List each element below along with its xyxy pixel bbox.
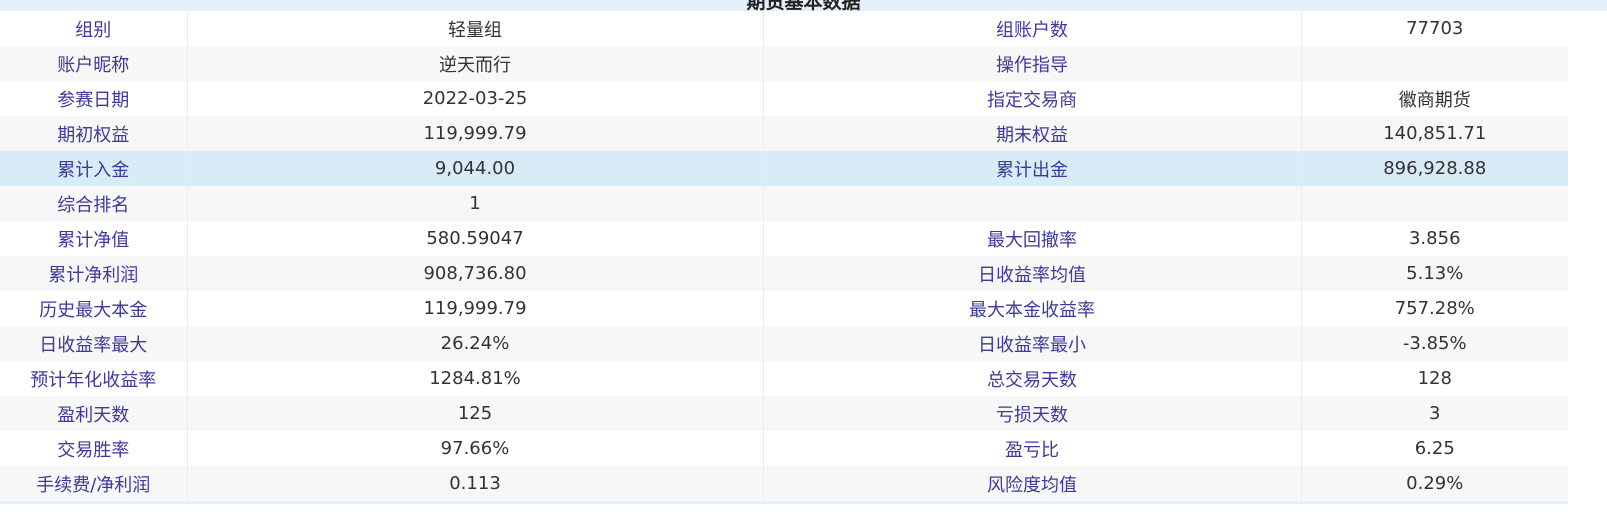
table-row: 手续费/净利润 0.113 风险度均值 0.29% [0, 466, 1568, 501]
table-row: 期初权益 119,999.79 期末权益 140,851.71 [0, 116, 1568, 151]
stat-value [1301, 46, 1568, 81]
table-row: 综合排名 1 [0, 186, 1568, 221]
stat-label: 亏损天数 [763, 396, 1302, 431]
stat-value: 3.856 [1301, 221, 1568, 256]
stat-value: 1284.81% [187, 361, 764, 396]
stat-label: 指定交易商 [763, 81, 1302, 116]
stat-value: 1 [187, 186, 764, 221]
stat-value: 896,928.88 [1301, 151, 1568, 186]
table-header-band: 期货基本数据 [0, 0, 1607, 11]
stat-value: 6.25 [1301, 431, 1568, 466]
stat-label: 账户昵称 [0, 46, 188, 81]
stat-label: 最大本金收益率 [763, 291, 1302, 326]
stat-value: 0.29% [1301, 466, 1568, 501]
stat-label: 手续费/净利润 [0, 466, 188, 501]
stat-label: 历史最大本金 [0, 291, 188, 326]
stat-label: 日收益率最大 [0, 326, 188, 361]
account-stats-table: 组别 轻量组 组账户数 77703 账户昵称 逆天而行 操作指导 参赛日期 20… [0, 11, 1568, 501]
stat-value: 77703 [1301, 11, 1568, 46]
section-title: 期货基本数据 [746, 0, 861, 11]
stat-label: 最大回撤率 [763, 221, 1302, 256]
stat-label: 综合排名 [0, 186, 188, 221]
table-row: 组别 轻量组 组账户数 77703 [0, 11, 1568, 46]
stat-label: 总交易天数 [763, 361, 1302, 396]
stat-value: 125 [187, 396, 764, 431]
stat-value: 580.59047 [187, 221, 764, 256]
stat-label: 组账户数 [763, 11, 1302, 46]
stat-value: -3.85% [1301, 326, 1568, 361]
table-footer-band [0, 501, 1568, 504]
stat-label [763, 186, 1302, 221]
stat-value: 119,999.79 [187, 291, 764, 326]
stat-label: 预计年化收益率 [0, 361, 188, 396]
stat-label: 累计净值 [0, 221, 188, 256]
stat-value: 97.66% [187, 431, 764, 466]
stat-value: 轻量组 [187, 11, 764, 46]
stat-value: 140,851.71 [1301, 116, 1568, 151]
stat-value: 徽商期货 [1301, 81, 1568, 116]
table-row: 预计年化收益率 1284.81% 总交易天数 128 [0, 361, 1568, 396]
stat-label: 参赛日期 [0, 81, 188, 116]
stat-label: 期末权益 [763, 116, 1302, 151]
stat-label: 累计出金 [763, 151, 1302, 186]
stat-value: 757.28% [1301, 291, 1568, 326]
stat-value: 逆天而行 [187, 46, 764, 81]
stat-label: 日收益率均值 [763, 256, 1302, 291]
stat-label: 累计入金 [0, 151, 188, 186]
stat-value: 0.113 [187, 466, 764, 501]
stat-value [1301, 186, 1568, 221]
table-row: 历史最大本金 119,999.79 最大本金收益率 757.28% [0, 291, 1568, 326]
stat-value: 119,999.79 [187, 116, 764, 151]
stat-label: 风险度均值 [763, 466, 1302, 501]
stat-label: 盈亏比 [763, 431, 1302, 466]
table-row: 账户昵称 逆天而行 操作指导 [0, 46, 1568, 81]
stat-value: 3 [1301, 396, 1568, 431]
stat-value: 2022-03-25 [187, 81, 764, 116]
table-row: 日收益率最大 26.24% 日收益率最小 -3.85% [0, 326, 1568, 361]
stat-value: 128 [1301, 361, 1568, 396]
stat-label: 盈利天数 [0, 396, 188, 431]
stat-label: 交易胜率 [0, 431, 188, 466]
stat-value: 26.24% [187, 326, 764, 361]
stat-value: 5.13% [1301, 256, 1568, 291]
stat-label: 日收益率最小 [763, 326, 1302, 361]
table-row: 交易胜率 97.66% 盈亏比 6.25 [0, 431, 1568, 466]
table-row: 累计净利润 908,736.80 日收益率均值 5.13% [0, 256, 1568, 291]
stat-label: 累计净利润 [0, 256, 188, 291]
stat-label: 组别 [0, 11, 188, 46]
stat-label: 期初权益 [0, 116, 188, 151]
stat-value: 9,044.00 [187, 151, 764, 186]
table-row: 累计净值 580.59047 最大回撤率 3.856 [0, 221, 1568, 256]
table-row: 盈利天数 125 亏损天数 3 [0, 396, 1568, 431]
stat-label: 操作指导 [763, 46, 1302, 81]
table-row-highlighted: 累计入金 9,044.00 累计出金 896,928.88 [0, 151, 1568, 186]
table-row: 参赛日期 2022-03-25 指定交易商 徽商期货 [0, 81, 1568, 116]
stat-value: 908,736.80 [187, 256, 764, 291]
